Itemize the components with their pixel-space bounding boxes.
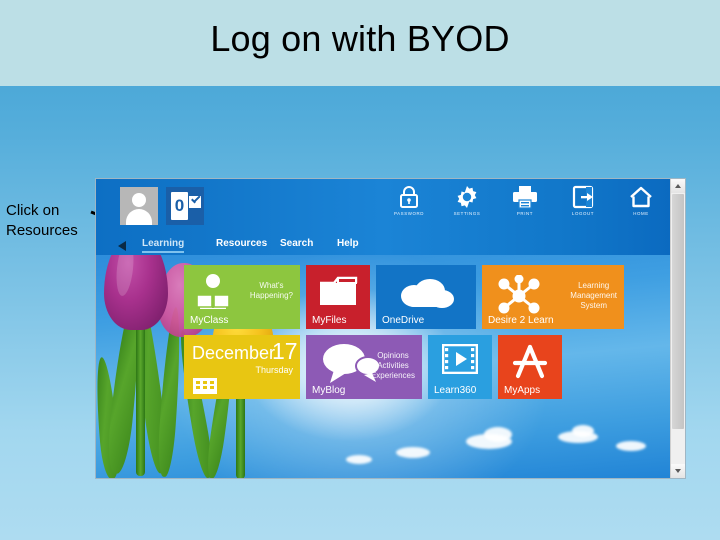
tile-myblog-sub: Opinions Activities Experiences: [370, 351, 415, 380]
toolbar-password[interactable]: PASSWORD: [387, 185, 431, 229]
calendar-icon: [193, 374, 217, 394]
annotation-callout: Click on Resources: [6, 201, 78, 241]
tile-desire2learn-sub: Learning Management System: [570, 281, 617, 310]
toolbar-print[interactable]: PRINT: [503, 185, 547, 229]
avatar-body-icon: [126, 209, 152, 225]
tulip-stem: [136, 314, 145, 476]
tile-myclass[interactable]: What's Happening? MyClass: [184, 265, 300, 329]
mail-badge-count: 0: [174, 196, 185, 215]
printer-icon: [513, 186, 537, 209]
toolbar-password-label: PASSWORD: [393, 211, 425, 216]
cloud-icon: [396, 447, 430, 458]
tile-learn360-label: Learn360: [434, 385, 477, 396]
toolbar-home[interactable]: HOME: [619, 185, 663, 229]
calendar-month: December: [192, 343, 276, 363]
tile-desire2learn-label: Desire 2 Learn: [488, 315, 554, 326]
tile-learn360[interactable]: Learn360: [428, 335, 492, 399]
appstore-icon: [512, 344, 548, 379]
portal-header: 0 Learning Resources Search Help PASSWOR…: [96, 179, 671, 255]
logout-icon: [572, 185, 594, 209]
nav-item-learning[interactable]: Learning: [142, 238, 185, 253]
tile-onedrive-label: OneDrive: [382, 315, 425, 326]
lock-icon: [400, 186, 418, 208]
cloud-icon: [616, 441, 646, 451]
avatar[interactable]: [120, 187, 158, 225]
toolbar-home-label: HOME: [633, 211, 649, 216]
cloud-icon: [346, 455, 372, 464]
annotation-line-1: Click on: [6, 202, 60, 219]
student-reading-icon: [196, 274, 230, 309]
tile-myfiles[interactable]: MyFiles: [306, 265, 370, 329]
tile-myblog-label: MyBlog: [312, 385, 346, 396]
cloud-icon: [484, 427, 512, 442]
cloud-icon: [401, 279, 454, 308]
home-icon: [630, 186, 652, 208]
scrollbar-thumb[interactable]: [672, 194, 684, 429]
portal-screenshot: 0 Learning Resources Search Help PASSWOR…: [95, 178, 686, 479]
chevron-down-icon: [675, 469, 681, 473]
back-arrow-icon[interactable]: [118, 241, 126, 251]
nav-item-help[interactable]: Help: [337, 238, 359, 249]
tile-myapps[interactable]: MyApps: [498, 335, 562, 399]
tile-myclass-sub: What's Happening?: [249, 281, 293, 300]
tile-desire2learn[interactable]: Learning Management System Desire 2 Learn: [482, 265, 624, 329]
video-film-icon: [442, 344, 478, 374]
annotation-line-2: Resources: [6, 222, 78, 239]
nav-item-search[interactable]: Search: [280, 238, 313, 249]
page-title: Log on with BYOD: [210, 18, 510, 59]
toolbar-logout[interactable]: LOGOUT: [561, 185, 605, 229]
portal-viewport: 0 Learning Resources Search Help PASSWOR…: [96, 179, 671, 478]
tile-myclass-label: MyClass: [190, 315, 229, 326]
tile-onedrive[interactable]: OneDrive: [376, 265, 476, 329]
calendar-weekday: Thursday: [255, 365, 293, 375]
tile-calendar[interactable]: December 17 Thursday: [184, 335, 300, 399]
calendar-day: 17: [272, 338, 298, 364]
toolbar-logout-label: LOGOUT: [571, 211, 595, 216]
toolbar-settings[interactable]: SETTINGS: [445, 185, 489, 229]
tile-myapps-label: MyApps: [504, 385, 541, 396]
toolbar-settings-label: SETTINGS: [453, 211, 481, 216]
folder-icon: [320, 276, 358, 305]
cloud-icon: [572, 425, 594, 437]
scroll-up-button[interactable]: [671, 179, 685, 193]
nav-item-resources[interactable]: Resources: [216, 238, 267, 249]
network-molecule-icon: [498, 275, 540, 314]
portal-nav: Learning Resources Search Help: [112, 237, 532, 255]
gear-icon: [457, 186, 477, 208]
chevron-up-icon: [675, 184, 681, 188]
vertical-scrollbar[interactable]: [670, 179, 685, 478]
tile-myblog[interactable]: Opinions Activities Experiences MyBlog: [306, 335, 422, 399]
avatar-head-icon: [132, 193, 146, 207]
outlook-icon[interactable]: 0: [166, 187, 204, 225]
slide: Log on with BYOD Click on Resources 0 Le…: [0, 0, 720, 540]
toolbar-print-label: PRINT: [516, 211, 534, 216]
scroll-down-button[interactable]: [671, 464, 685, 478]
portal-toolbar: PASSWORD SETTINGS PRINT LOGOUT HOME: [387, 185, 663, 229]
checkmark-icon: [189, 196, 201, 208]
tile-myfiles-label: MyFiles: [312, 315, 347, 326]
